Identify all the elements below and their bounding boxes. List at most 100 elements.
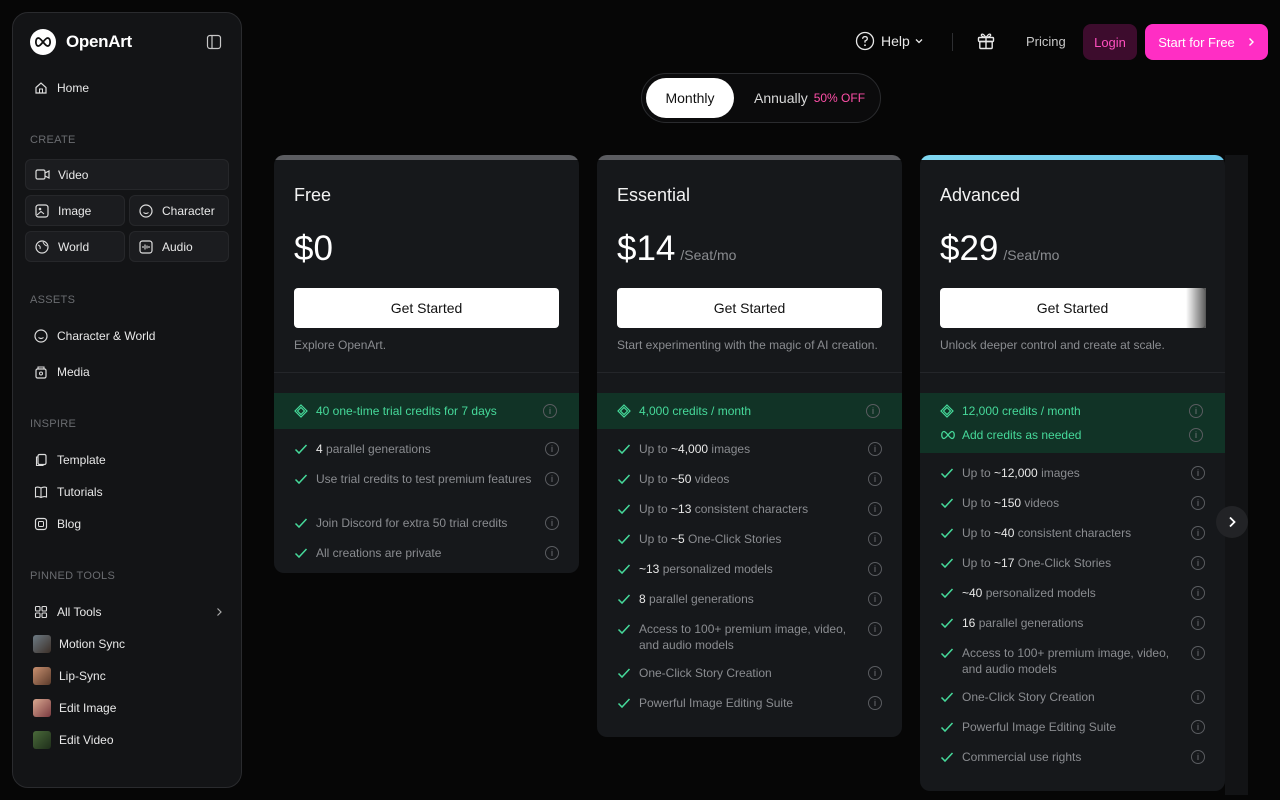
check-icon — [940, 721, 956, 735]
info-icon[interactable]: i — [1191, 690, 1205, 704]
brand-name: OpenArt — [66, 32, 132, 51]
pricing-link[interactable]: Pricing — [1026, 34, 1066, 49]
sidebar-item-label: Media — [57, 365, 90, 379]
credits-box: 4,000 credits / month i — [597, 393, 902, 429]
feature-text: One-Click Story Creation — [639, 665, 861, 681]
next-plans-button[interactable] — [1216, 506, 1248, 538]
info-icon[interactable]: i — [868, 562, 882, 576]
info-icon[interactable]: i — [868, 696, 882, 710]
info-icon[interactable]: i — [1191, 750, 1205, 764]
discount-badge: 50% OFF — [813, 91, 866, 105]
sidebar-item-character-world[interactable]: Character & World — [33, 321, 155, 351]
feature-text: Join Discord for extra 50 trial credits — [316, 515, 538, 531]
info-icon[interactable]: i — [1191, 586, 1205, 600]
info-icon[interactable]: i — [868, 592, 882, 606]
get-started-button[interactable]: Get Started — [617, 288, 882, 328]
price-amount: $14 — [617, 229, 676, 268]
sidebar-item-motion-sync[interactable]: Motion Sync — [33, 629, 125, 659]
info-icon[interactable]: i — [1191, 466, 1205, 480]
login-button[interactable]: Login — [1083, 24, 1137, 60]
credits-row: Add credits as needed i — [920, 423, 1225, 447]
feature-highlight: ~4,000 — [671, 442, 709, 456]
feature-item: Up to ~150 videos i — [940, 495, 1205, 511]
sidebar-item-world[interactable]: World — [25, 231, 125, 262]
info-icon[interactable]: i — [1191, 526, 1205, 540]
feature-text-prefix: Join Discord for extra 50 trial credits — [316, 516, 508, 530]
edit-video-thumbnail — [33, 731, 51, 749]
info-icon[interactable]: i — [545, 516, 559, 530]
info-icon[interactable]: i — [1191, 646, 1205, 660]
feature-text-prefix: Up to — [639, 472, 672, 486]
feature-item: Up to ~4,000 images i — [617, 441, 882, 457]
feature-highlight: ~12,000 — [994, 466, 1038, 480]
feature-text-prefix: Up to — [639, 502, 672, 516]
billing-monthly-option[interactable]: Monthly — [646, 78, 734, 118]
info-icon[interactable]: i — [1189, 404, 1203, 418]
info-icon[interactable]: i — [1191, 616, 1205, 630]
sidebar-item-tutorials[interactable]: Tutorials — [33, 477, 103, 507]
sidebar-item-image[interactable]: Image — [25, 195, 125, 226]
sidebar-item-label: Image — [58, 203, 92, 218]
home-icon — [33, 80, 49, 96]
feature-text: Up to ~150 videos — [962, 495, 1184, 511]
check-icon — [617, 473, 633, 487]
info-icon[interactable]: i — [1191, 496, 1205, 510]
gift-icon[interactable] — [976, 31, 996, 56]
get-started-button[interactable]: Get Started — [940, 288, 1205, 328]
sidebar-item-media[interactable]: Media — [33, 357, 90, 387]
feature-text: ~40 personalized models — [962, 585, 1184, 601]
feature-text-suffix: consistent characters — [1014, 526, 1132, 540]
info-icon[interactable]: i — [868, 502, 882, 516]
sidebar-item-video[interactable]: Video — [25, 159, 229, 190]
sidebar-item-edit-video[interactable]: Edit Video — [33, 725, 114, 755]
info-icon[interactable]: i — [1189, 428, 1203, 442]
info-icon[interactable]: i — [868, 532, 882, 546]
logo[interactable]: OpenArt — [30, 28, 226, 56]
help-menu-button[interactable]: Help — [855, 31, 924, 51]
start-for-free-label: Start for Free — [1158, 34, 1235, 50]
feature-text: Up to ~40 consistent characters — [962, 525, 1184, 541]
check-icon — [294, 443, 310, 457]
sidebar-item-blog[interactable]: Blog — [33, 509, 81, 539]
sidebar-item-lip-sync[interactable]: Lip-Sync — [33, 661, 106, 691]
sidebar-collapse-icon[interactable] — [206, 34, 222, 55]
info-icon[interactable]: i — [868, 472, 882, 486]
feature-text-prefix: Access to 100+ premium image, video, and… — [962, 646, 1170, 676]
info-icon[interactable]: i — [868, 666, 882, 680]
info-icon[interactable]: i — [1191, 720, 1205, 734]
sidebar: OpenArt Home CREATE Video Image Characte… — [12, 12, 242, 788]
feature-highlight: 16 — [962, 616, 976, 630]
info-icon[interactable]: i — [545, 442, 559, 456]
sidebar-item-character[interactable]: Character — [129, 195, 229, 226]
feature-text: All creations are private — [316, 545, 538, 561]
info-icon[interactable]: i — [543, 404, 557, 418]
info-icon[interactable]: i — [868, 442, 882, 456]
check-icon — [940, 587, 956, 601]
feature-highlight: ~17 — [994, 556, 1015, 570]
info-icon[interactable]: i — [545, 472, 559, 486]
feature-text-prefix: One-Click Story Creation — [962, 690, 1095, 704]
check-icon — [617, 667, 633, 681]
help-circle-icon — [855, 31, 875, 51]
sidebar-item-label: Blog — [57, 517, 82, 531]
sidebar-item-audio[interactable]: Audio — [129, 231, 229, 262]
feature-text-suffix: videos — [1021, 496, 1060, 510]
feature-item: ~40 personalized models i — [940, 585, 1205, 601]
sidebar-item-label: Video — [58, 167, 89, 182]
button-fade-overlay — [1186, 288, 1206, 328]
feature-text: Up to ~50 videos — [639, 471, 861, 487]
start-for-free-button[interactable]: Start for Free — [1145, 24, 1268, 60]
sidebar-item-home[interactable]: Home — [33, 73, 89, 103]
sidebar-item-edit-image[interactable]: Edit Image — [33, 693, 116, 723]
sidebar-item-template[interactable]: Template — [33, 445, 106, 475]
info-icon[interactable]: i — [866, 404, 880, 418]
openart-logo-icon — [30, 29, 56, 55]
info-icon[interactable]: i — [868, 622, 882, 636]
sidebar-item-all-tools[interactable]: All Tools — [33, 597, 223, 627]
sidebar-item-label: Character — [162, 203, 215, 218]
blog-icon — [33, 516, 49, 532]
info-icon[interactable]: i — [1191, 556, 1205, 570]
get-started-button[interactable]: Get Started — [294, 288, 559, 328]
billing-annually-option[interactable]: Annually 50% OFF — [754, 90, 865, 106]
info-icon[interactable]: i — [545, 546, 559, 560]
